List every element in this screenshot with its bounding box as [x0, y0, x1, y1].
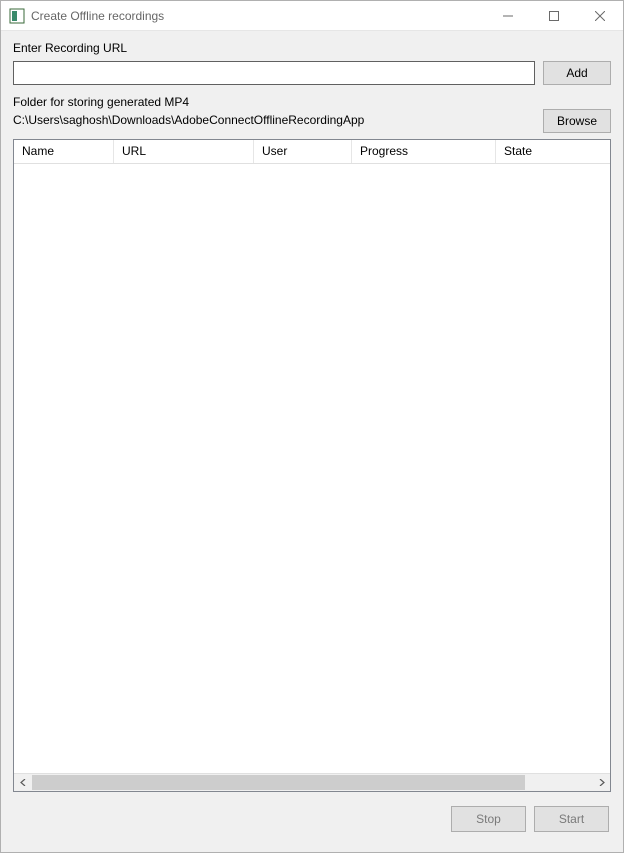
window-title: Create Offline recordings [31, 9, 164, 23]
footer: Stop Start [13, 792, 611, 840]
folder-info: Folder for storing generated MP4 C:\User… [13, 95, 535, 127]
column-header-state[interactable]: State [496, 140, 610, 163]
minimize-button[interactable] [485, 1, 531, 31]
column-header-url[interactable]: URL [114, 140, 254, 163]
url-label: Enter Recording URL [13, 41, 611, 55]
recordings-table: Name URL User Progress State [13, 139, 611, 792]
add-button[interactable]: Add [543, 61, 611, 85]
browse-button[interactable]: Browse [543, 109, 611, 133]
table-body[interactable] [14, 164, 610, 773]
scroll-right-button[interactable] [592, 774, 610, 791]
column-header-name[interactable]: Name [14, 140, 114, 163]
column-header-progress[interactable]: Progress [352, 140, 496, 163]
recording-url-input[interactable] [13, 61, 535, 85]
folder-label: Folder for storing generated MP4 [13, 95, 535, 109]
titlebar[interactable]: Create Offline recordings [1, 1, 623, 31]
app-icon [9, 8, 25, 24]
close-button[interactable] [577, 1, 623, 31]
folder-path: C:\Users\saghosh\Downloads\AdobeConnectO… [13, 113, 535, 127]
browse-wrap: Browse [543, 95, 611, 133]
maximize-button[interactable] [531, 1, 577, 31]
scroll-left-button[interactable] [14, 774, 32, 791]
horizontal-scrollbar[interactable] [14, 773, 610, 791]
scroll-track[interactable] [32, 774, 592, 791]
stop-button[interactable]: Stop [451, 806, 526, 832]
scroll-thumb[interactable] [32, 775, 525, 790]
table-header: Name URL User Progress State [14, 140, 610, 164]
window-controls [485, 1, 623, 30]
url-row: Add [13, 61, 611, 85]
start-button[interactable]: Start [534, 806, 609, 832]
window-frame: Create Offline recordings Enter Recordin… [0, 0, 624, 853]
column-header-user[interactable]: User [254, 140, 352, 163]
content-area: Enter Recording URL Add Folder for stori… [1, 31, 623, 852]
folder-section: Folder for storing generated MP4 C:\User… [13, 95, 611, 133]
